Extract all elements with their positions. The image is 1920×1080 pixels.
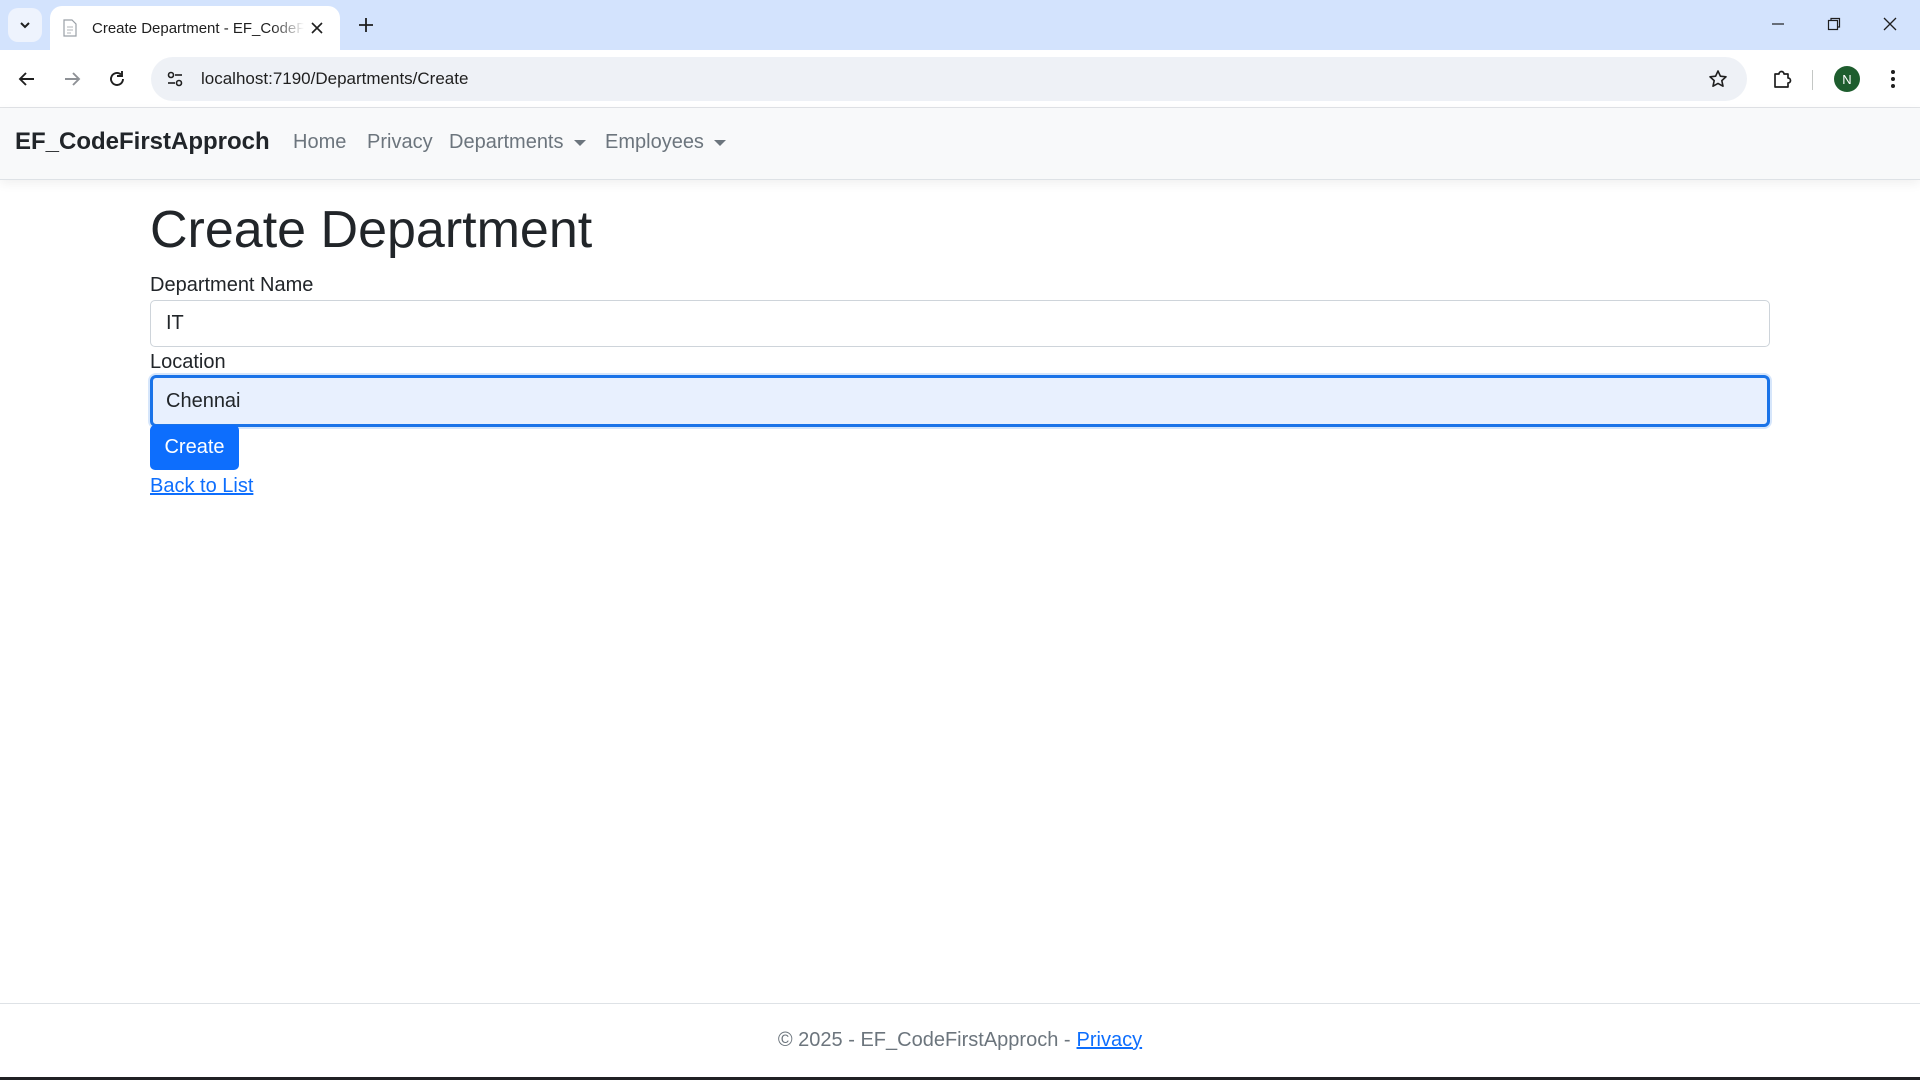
location-label: Location bbox=[150, 351, 226, 373]
minimize-button[interactable] bbox=[1750, 0, 1806, 48]
close-icon bbox=[311, 22, 323, 34]
extensions-button[interactable] bbox=[1764, 60, 1800, 98]
page-icon bbox=[63, 19, 77, 37]
department-name-label: Department Name bbox=[150, 274, 314, 296]
browser-tabstrip: Create Department - EF_CodeFirstApproch bbox=[0, 0, 1920, 50]
caret-down-icon bbox=[573, 139, 586, 146]
footer-copyright: © 2025 - EF_CodeFirstApproch - bbox=[777, 1028, 1071, 1051]
nav-link-label: Employees bbox=[605, 131, 704, 153]
site-footer: © 2025 - EF_CodeFirstApproch - Privacy bbox=[0, 1003, 1920, 1076]
back-button[interactable] bbox=[8, 60, 46, 98]
page-title: Create Department bbox=[150, 201, 593, 259]
plus-icon bbox=[359, 18, 373, 32]
new-tab-button[interactable] bbox=[350, 9, 382, 41]
arrow-right-icon bbox=[65, 72, 81, 86]
url-text: localhost:7190/Departments/Create bbox=[201, 69, 469, 88]
back-to-list-link[interactable]: Back to List bbox=[150, 475, 253, 498]
department-name-input[interactable] bbox=[150, 300, 1770, 347]
restore-icon bbox=[1827, 17, 1841, 31]
tab-search-button[interactable] bbox=[8, 8, 42, 42]
reload-icon bbox=[110, 71, 124, 86]
bookmark-button[interactable] bbox=[1703, 64, 1733, 94]
nav-dropdown-employees[interactable]: Employees bbox=[605, 131, 726, 154]
navbar-brand[interactable]: EF_CodeFirstApproch bbox=[15, 128, 270, 156]
nav-link-privacy[interactable]: Privacy bbox=[367, 131, 433, 154]
address-bar[interactable]: localhost:7190/Departments/Create bbox=[151, 57, 1747, 101]
chevron-down-icon bbox=[20, 22, 30, 29]
more-vert-icon bbox=[1891, 70, 1895, 88]
profile-avatar[interactable]: N bbox=[1834, 66, 1860, 92]
reload-button[interactable] bbox=[98, 60, 136, 98]
browser-toolbar: localhost:7190/Departments/Create N bbox=[0, 50, 1920, 108]
tab-title: Create Department - EF_CodeFirstApproch bbox=[92, 19, 304, 37]
forward-button[interactable] bbox=[53, 60, 91, 98]
star-icon bbox=[1709, 70, 1727, 87]
close-window-button[interactable] bbox=[1862, 0, 1918, 48]
nav-link-label: Home bbox=[293, 131, 347, 153]
tune-icon bbox=[167, 71, 183, 87]
toolbar-separator bbox=[1812, 70, 1813, 90]
location-input[interactable] bbox=[150, 375, 1770, 427]
tab-close-button[interactable] bbox=[306, 17, 328, 39]
arrow-left-icon bbox=[18, 72, 34, 86]
nav-link-label: Privacy bbox=[367, 131, 433, 153]
minimize-icon bbox=[1772, 23, 1784, 25]
caret-down-icon bbox=[713, 139, 726, 146]
create-button[interactable]: Create bbox=[150, 425, 239, 470]
close-icon bbox=[1883, 17, 1897, 31]
puzzle-icon bbox=[1774, 70, 1792, 88]
footer-privacy-link[interactable]: Privacy bbox=[1077, 1029, 1143, 1052]
site-navbar: EF_CodeFirstApproch Home Privacy Departm… bbox=[0, 108, 1920, 180]
browser-tab-active[interactable]: Create Department - EF_CodeFirstApproch bbox=[50, 6, 340, 50]
nav-link-label: Departments bbox=[449, 131, 564, 153]
nav-dropdown-departments[interactable]: Departments bbox=[449, 131, 586, 154]
nav-link-home[interactable]: Home bbox=[293, 131, 346, 154]
browser-menu-button[interactable] bbox=[1876, 62, 1910, 96]
site-info-button[interactable] bbox=[155, 59, 195, 99]
restore-button[interactable] bbox=[1806, 0, 1862, 48]
